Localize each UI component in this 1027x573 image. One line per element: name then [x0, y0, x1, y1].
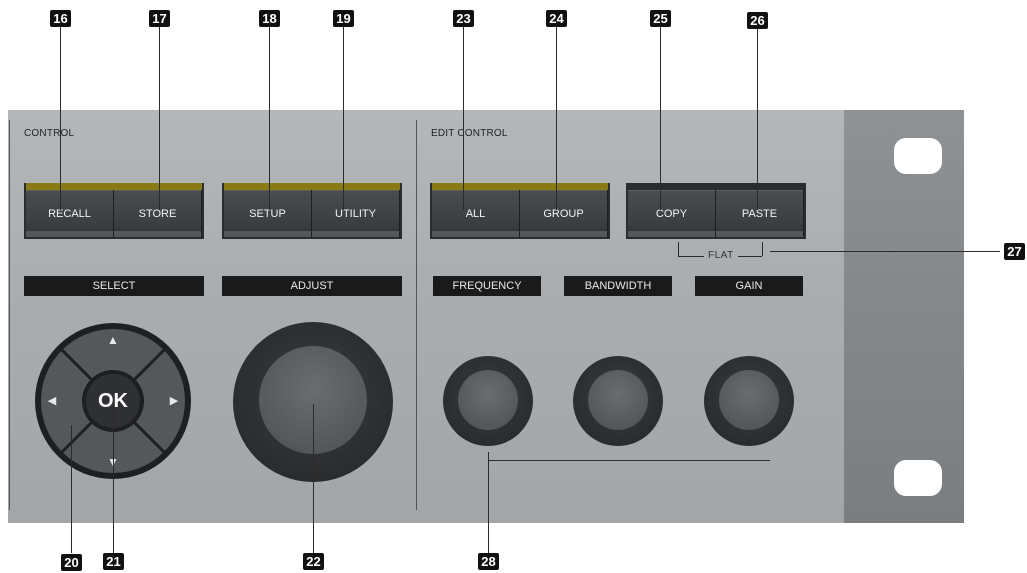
indicator-strip — [224, 183, 400, 190]
leader-22 — [313, 404, 314, 553]
gain-knob[interactable] — [704, 356, 794, 446]
frequency-knob[interactable] — [443, 356, 533, 446]
setup-button[interactable]: SETUP — [224, 190, 312, 237]
leader-24 — [556, 26, 557, 210]
callout-25: 25 — [650, 10, 671, 27]
leader-17 — [159, 26, 160, 210]
edit-control-section-title: EDIT CONTROL — [431, 128, 508, 139]
bandwidth-label: BANDWIDTH — [564, 276, 672, 296]
control-section-title: CONTROL — [24, 128, 75, 139]
leader-25 — [660, 26, 661, 210]
flat-bracket-bottom-left — [678, 256, 704, 257]
indicator-strip — [26, 183, 202, 190]
callout-18: 18 — [259, 10, 280, 27]
all-button[interactable]: ALL — [432, 190, 520, 237]
recall-store-group: RECALL STORE — [24, 183, 204, 239]
flat-bracket-bottom-right — [738, 256, 762, 257]
panel-left-edge — [9, 120, 10, 510]
leader-27 — [770, 251, 1000, 252]
callout-23: 23 — [453, 10, 474, 27]
setup-utility-group: SETUP UTILITY — [222, 183, 402, 239]
recall-button[interactable]: RECALL — [26, 190, 114, 237]
callout-21: 21 — [103, 553, 124, 570]
adjust-label: ADJUST — [222, 276, 402, 296]
leader-18 — [269, 26, 270, 210]
indicator-strip — [432, 183, 608, 190]
gain-label: GAIN — [695, 276, 803, 296]
leader-21 — [113, 398, 114, 553]
flat-bracket-left — [678, 242, 679, 256]
callout-19: 19 — [333, 10, 354, 27]
rack-mount-slot-bottom — [894, 460, 942, 496]
callout-20: 20 — [61, 554, 82, 571]
copy-paste-group: COPY PASTE — [626, 183, 806, 239]
callout-26: 26 — [747, 12, 768, 29]
callout-28: 28 — [478, 553, 499, 570]
callout-17: 17 — [149, 10, 170, 27]
callout-22: 22 — [303, 553, 324, 570]
bandwidth-knob[interactable] — [573, 356, 663, 446]
leader-19 — [343, 26, 344, 210]
leader-28 — [488, 452, 489, 554]
callout-16: 16 — [50, 10, 71, 27]
paste-button[interactable]: PASTE — [716, 190, 804, 237]
frequency-knob-cap — [458, 370, 518, 430]
dpad-right-button[interactable]: ▶ — [166, 393, 182, 409]
leader-16 — [60, 26, 61, 210]
group-button[interactable]: GROUP — [520, 190, 608, 237]
leader-23 — [463, 26, 464, 210]
callout-24: 24 — [546, 10, 567, 27]
bandwidth-knob-cap — [588, 370, 648, 430]
flat-bracket-right — [762, 242, 763, 256]
dpad-left-button[interactable]: ◀ — [44, 393, 60, 409]
store-button[interactable]: STORE — [114, 190, 202, 237]
all-group-group: ALL GROUP — [430, 183, 610, 239]
gain-knob-cap — [719, 370, 779, 430]
dpad-up-button[interactable]: ▲ — [105, 332, 121, 348]
frequency-label: FREQUENCY — [433, 276, 541, 296]
copy-button[interactable]: COPY — [628, 190, 716, 237]
flat-label: FLAT — [708, 250, 734, 261]
section-divider — [416, 120, 417, 510]
indicator-strip — [628, 183, 804, 190]
callout-27: 27 — [1004, 243, 1025, 260]
utility-button[interactable]: UTILITY — [312, 190, 400, 237]
select-label: SELECT — [24, 276, 204, 296]
leader-20 — [71, 425, 72, 553]
rack-mount-slot-top — [894, 138, 942, 174]
leader-28-horizontal — [488, 460, 770, 461]
leader-26 — [757, 26, 758, 210]
